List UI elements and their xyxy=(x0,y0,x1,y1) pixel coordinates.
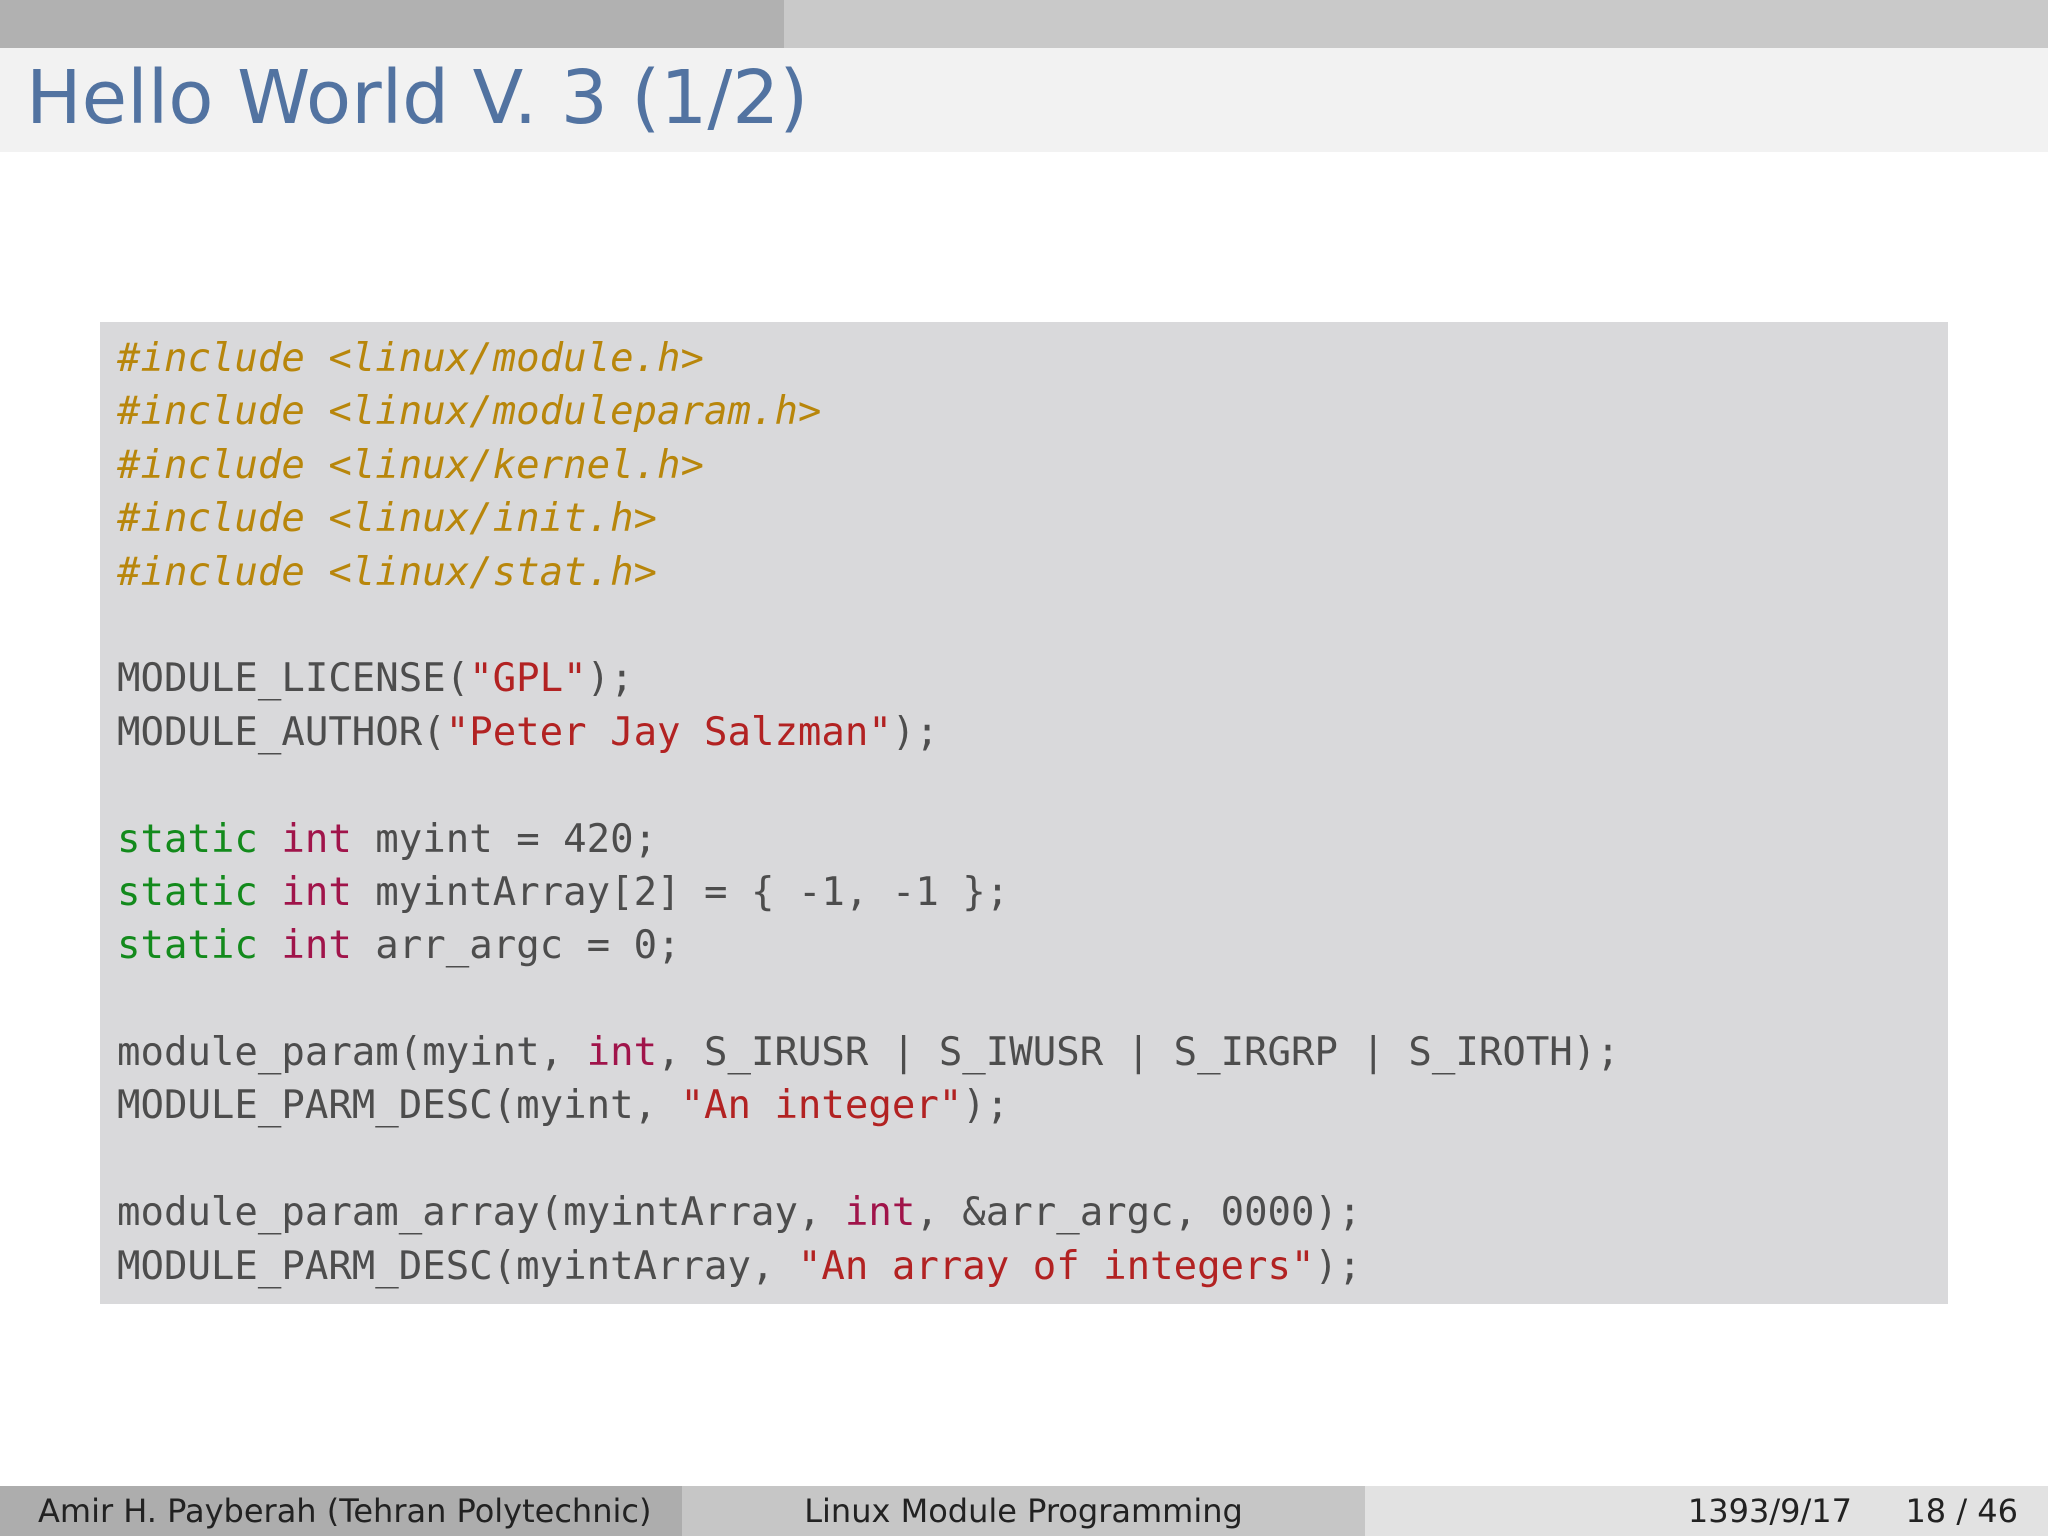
footer-page-number: 18 / 46 xyxy=(1905,1492,2018,1530)
code-token-type: int xyxy=(844,1190,916,1236)
code-token: MODULE_AUTHOR( xyxy=(117,709,446,755)
code-line: #include <linux/init.h> xyxy=(117,492,1620,545)
code-line: MODULE_PARM_DESC(myintArray, "An array o… xyxy=(117,1240,1620,1293)
footer: Amir H. Payberah (Tehran Polytechnic) Li… xyxy=(0,1486,2048,1536)
code-token-pre: #include <linux/init.h> xyxy=(117,496,658,542)
code-token-kw: static xyxy=(117,816,258,862)
code-token-str: "An integer" xyxy=(680,1083,963,1129)
code-token: ); xyxy=(891,709,939,755)
code-token: MODULE_PARM_DESC(myint, xyxy=(117,1083,681,1129)
footer-date: 1393/9/17 xyxy=(1687,1492,1852,1530)
code-token-pre: #include <linux/module.h> xyxy=(117,336,704,381)
code-line: module_param(myint, int, S_IRUSR | S_IWU… xyxy=(117,1026,1620,1079)
code-line: #include <linux/stat.h> xyxy=(117,546,1620,599)
code-token-type: int xyxy=(281,923,352,969)
code-token-type: int xyxy=(281,869,352,915)
code-line: #include <linux/kernel.h> xyxy=(117,439,1620,492)
code-token: myint = 420; xyxy=(351,816,658,862)
code-token: MODULE_PARM_DESC(myintArray, xyxy=(117,1243,798,1289)
slide-title: Hello World V. 3 (1/2) xyxy=(26,55,809,141)
code-token-str: "GPL" xyxy=(469,656,587,702)
slide-progress-fill xyxy=(0,0,785,48)
code-token: arr_argc = 0; xyxy=(351,923,681,969)
code-token: module_param_array(myintArray, xyxy=(117,1190,845,1236)
footer-author-segment: Amir H. Payberah (Tehran Polytechnic) xyxy=(0,1486,682,1536)
code-line: static int myintArray[2] = { -1, -1 }; xyxy=(117,866,1620,919)
footer-author: Amir H. Payberah (Tehran Polytechnic) xyxy=(38,1492,652,1530)
footer-date-segment: 1393/9/17 18 / 46 xyxy=(1365,1486,2048,1536)
code-token: ); xyxy=(1314,1243,1362,1289)
code-line: MODULE_LICENSE("GPL"); xyxy=(117,652,1620,705)
code-token: , S_IRUSR | S_IWUSR | S_IRGRP | S_IROTH)… xyxy=(657,1030,1620,1076)
code-token-type: int xyxy=(281,816,352,862)
code-token: module_param(myint, xyxy=(117,1030,587,1076)
code-line: MODULE_AUTHOR("Peter Jay Salzman"); xyxy=(117,706,1620,759)
code-token-str: "An array of integers" xyxy=(797,1243,1315,1289)
footer-course-title: Linux Module Programming xyxy=(804,1492,1243,1530)
code-token: MODULE_LICENSE( xyxy=(117,656,470,702)
code-line: #include <linux/moduleparam.h> xyxy=(117,385,1620,438)
code-token: ); xyxy=(586,656,634,702)
code-line: module_param_array(myintArray, int, &arr… xyxy=(117,1186,1620,1239)
code-token-kw: static xyxy=(117,923,258,969)
code-line: static int myint = 420; xyxy=(117,813,1620,866)
footer-course-segment: Linux Module Programming xyxy=(682,1486,1365,1536)
code-token: myintArray[2] = { -1, -1 }; xyxy=(351,869,1010,915)
slide-progress-bar xyxy=(0,0,2048,48)
code-token-str: "Peter Jay Salzman" xyxy=(445,709,892,755)
code-token-pre: #include <linux/kernel.h> xyxy=(117,442,704,488)
code-listing: #include <linux/module.h> #include <linux… xyxy=(117,332,1620,1293)
code-line: static int arr_argc = 0; xyxy=(117,919,1620,972)
code-token: ); xyxy=(962,1083,1010,1129)
code-line: MODULE_PARM_DESC(myint, "An integer"); xyxy=(117,1079,1620,1132)
code-token-type: int xyxy=(586,1030,658,1076)
code-token-pre: #include <linux/moduleparam.h> xyxy=(117,389,822,435)
code-token: , &arr_argc, 0000); xyxy=(915,1190,1362,1236)
code-line: #include <linux/module.h> xyxy=(117,332,1620,385)
code-token-kw: static xyxy=(117,869,258,915)
code-token-pre: #include <linux/stat.h> xyxy=(117,549,658,595)
